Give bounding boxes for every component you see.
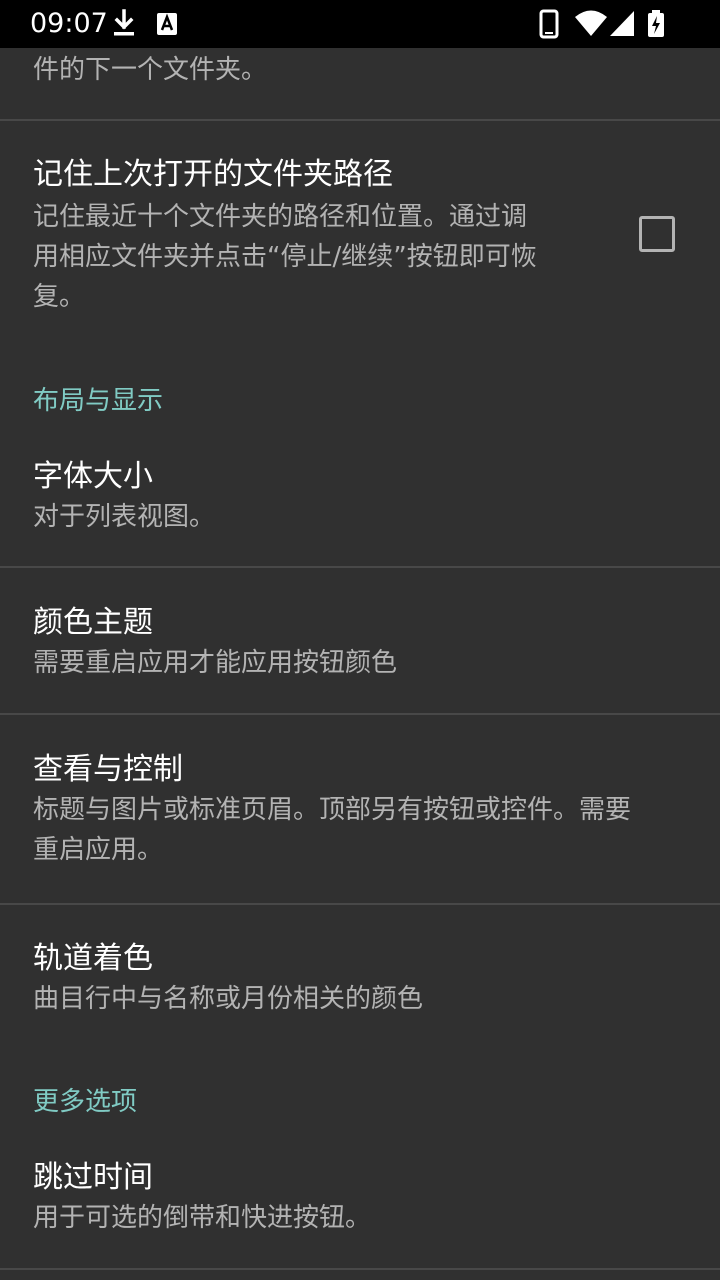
category-more-options: 更多选项 bbox=[33, 1087, 138, 1117]
pref-color-theme-title: 颜色主题 bbox=[33, 605, 153, 640]
pref-remember-folder-summary-line-1: 记住最近十个文件夹的路径和位置。通过调 bbox=[33, 202, 528, 232]
pref-skip-time-summary: 用于可选的倒带和快进按钮。 bbox=[33, 1203, 372, 1233]
font-notification-icon bbox=[155, 8, 179, 40]
wifi-icon bbox=[574, 8, 608, 40]
settings-list[interactable]: 件的下一个文件夹。 记住上次打开的文件夹路径 记住最近十个文件夹的路径和位置。通… bbox=[0, 48, 720, 1280]
pref-view-control-summary-line-2: 重启应用。 bbox=[33, 835, 164, 865]
pref-skip-time-title: 跳过时间 bbox=[33, 1160, 153, 1195]
top-partial-summary: 件的下一个文件夹。 bbox=[33, 55, 268, 85]
pref-view-control-summary-line-1: 标题与图片或标准页眉。顶部另有按钮或控件。需要 bbox=[33, 795, 632, 825]
pref-track-coloring[interactable]: 轨道着色 曲目行中与名称或月份相关的颜色 bbox=[0, 905, 720, 1065]
pref-track-coloring-title: 轨道着色 bbox=[33, 941, 153, 976]
status-bar: 09:07 bbox=[0, 0, 720, 48]
phone-icon bbox=[538, 8, 560, 40]
pref-remember-folder[interactable]: 记住上次打开的文件夹路径 记住最近十个文件夹的路径和位置。通过调 用相应文件夹并… bbox=[0, 121, 720, 368]
battery-charging-icon bbox=[645, 8, 667, 40]
remember-folder-checkbox[interactable] bbox=[639, 216, 675, 252]
pref-skip-time[interactable]: 跳过时间 用于可选的倒带和快进按钮。 bbox=[0, 1128, 720, 1268]
pref-remember-folder-summary-line-2: 用相应文件夹并点击“停止/继续”按钮即可恢 bbox=[33, 242, 537, 272]
download-icon bbox=[110, 8, 138, 40]
pref-font-size-title: 字体大小 bbox=[33, 459, 153, 494]
pref-view-control-title: 查看与控制 bbox=[33, 752, 183, 787]
pref-font-size[interactable]: 字体大小 对于列表视图。 bbox=[0, 428, 720, 566]
pref-track-coloring-summary: 曲目行中与名称或月份相关的颜色 bbox=[33, 984, 424, 1014]
pref-color-theme[interactable]: 颜色主题 需要重启应用才能应用按钮颜色 bbox=[0, 568, 720, 713]
category-layout-display: 布局与显示 bbox=[33, 386, 164, 416]
pref-remember-folder-title: 记住上次打开的文件夹路径 bbox=[33, 157, 393, 192]
pref-view-control[interactable]: 查看与控制 标题与图片或标准页眉。顶部另有按钮或控件。需要 重启应用。 bbox=[0, 715, 720, 903]
status-time: 09:07 bbox=[30, 8, 108, 39]
pref-font-size-summary: 对于列表视图。 bbox=[33, 502, 216, 532]
cell-signal-icon bbox=[608, 8, 636, 40]
divider bbox=[0, 1268, 720, 1270]
pref-remember-folder-summary-line-3: 复。 bbox=[33, 282, 86, 312]
pref-color-theme-summary: 需要重启应用才能应用按钮颜色 bbox=[33, 648, 398, 678]
